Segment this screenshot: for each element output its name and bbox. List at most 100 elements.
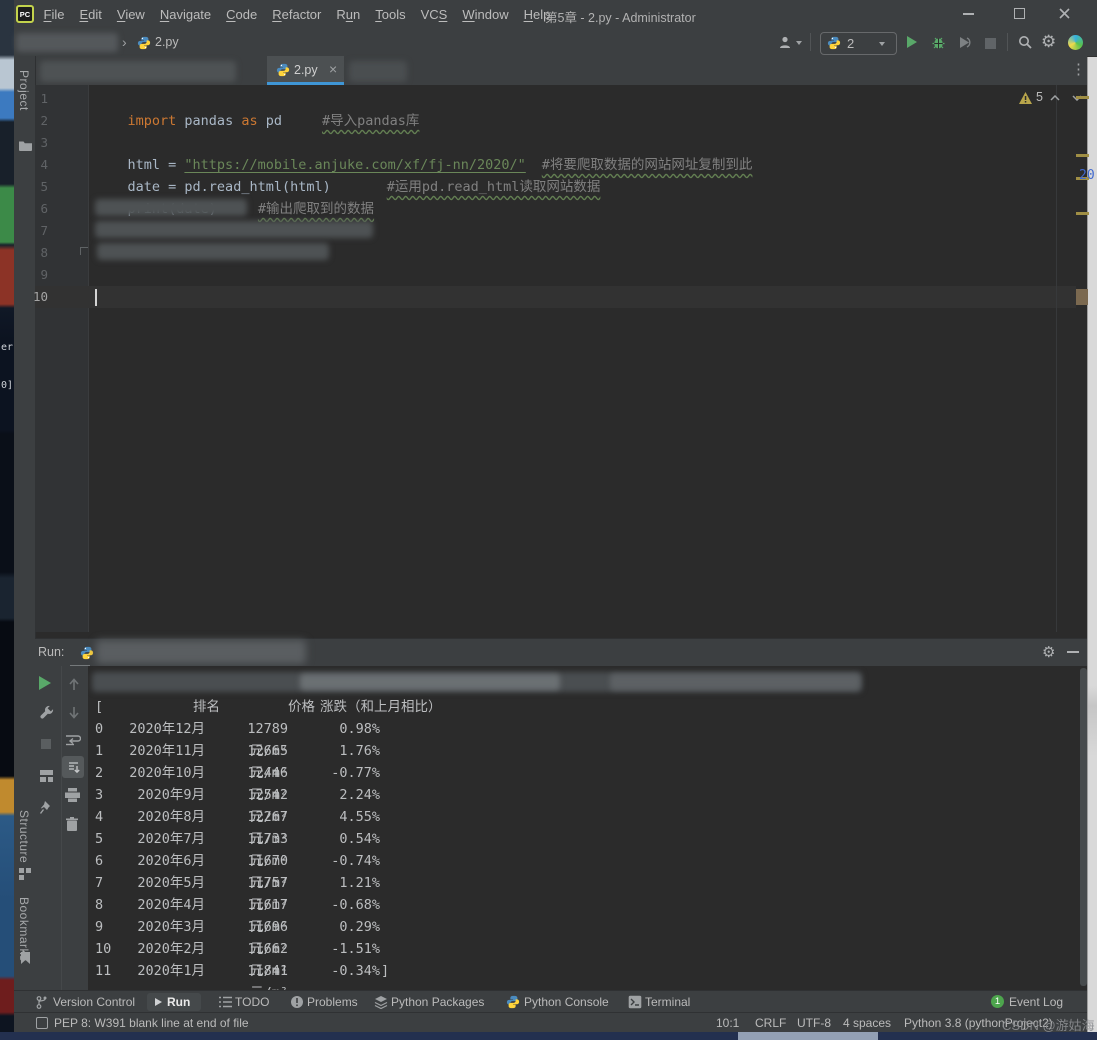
pycharm-window: er 0] PC FileEditViewNavigateCodeRefacto… (0, 0, 1097, 1040)
desktop-text-fragment: er (1, 342, 13, 353)
watermark-fragment: 20 (1079, 168, 1095, 183)
menu-run[interactable]: Run (329, 7, 368, 22)
menu-file[interactable]: File (36, 7, 72, 22)
warning-stripe-mark[interactable] (1076, 212, 1089, 215)
structure-icon[interactable] (19, 868, 31, 880)
maximize-button[interactable] (1014, 8, 1025, 19)
toolwindow-python-packages[interactable]: Python Packages (391, 995, 484, 1009)
status-bar: PEP 8: W391 blank line at end of file 10… (14, 1012, 1087, 1033)
breadcrumb-separator: › (122, 34, 127, 50)
status-message[interactable]: PEP 8: W391 blank line at end of file (54, 1016, 249, 1030)
search-icon[interactable] (1018, 35, 1033, 50)
console-scrollbar[interactable] (1080, 668, 1087, 986)
run-panel-gear-icon[interactable]: ⚙ (1042, 643, 1055, 661)
csdn-watermark: CSDN @游姑海 (1002, 1015, 1095, 1034)
rerun-button[interactable] (39, 676, 51, 690)
menu-refactor[interactable]: Refactor (265, 7, 329, 22)
current-line-highlight (35, 286, 1076, 308)
bookmark-icon[interactable] (20, 952, 31, 964)
menu-view[interactable]: View (109, 7, 152, 22)
restore-layout-icon[interactable] (40, 770, 53, 782)
stop-button[interactable] (41, 739, 51, 749)
output-open-bracket: [ (95, 696, 103, 718)
menu-vcs[interactable]: VCS (413, 7, 455, 22)
desktop-edge (0, 0, 14, 1040)
toolwindow-todo[interactable]: TODO (235, 995, 269, 1009)
warning-stripe-mark[interactable] (1076, 154, 1089, 157)
output-row: 72020年5月11757元/m²1.21% (88, 872, 1087, 894)
line-number: 10 (20, 286, 48, 308)
ide-features-icon[interactable] (1068, 35, 1083, 50)
code-line-3[interactable]: html = "https://mobile.anjuke.com/xf/fj-… (95, 132, 752, 154)
code-comment: #运用pd.read_html读取网站数据 (387, 179, 601, 195)
tab-2py[interactable]: 2.py × (267, 56, 344, 85)
right-margin-guide (1056, 85, 1057, 632)
output-row: 32020年9月12542元/m²2.24% (88, 784, 1087, 806)
run-with-coverage-icon[interactable] (958, 36, 971, 49)
print-icon[interactable] (65, 788, 80, 802)
pin-icon[interactable] (40, 800, 53, 814)
censored-tab[interactable] (40, 61, 236, 82)
settings-gear-icon[interactable]: ⚙ (1041, 32, 1056, 52)
breadcrumb-file[interactable]: 2.py (155, 35, 179, 49)
censored-tab[interactable] (349, 61, 407, 82)
line-number: 7 (20, 220, 48, 242)
code-comment: #输出爬取到的数据 (258, 201, 374, 217)
toolwindow-run[interactable]: Run (147, 993, 201, 1011)
output-header-price: 价格 (288, 696, 315, 718)
stop-icon[interactable] (985, 38, 996, 49)
run-panel-hide-icon[interactable] (1067, 651, 1079, 653)
sidebar-item-structure[interactable]: Structure (17, 810, 31, 863)
line-number: 9 (20, 264, 48, 286)
run-settings-wrench-icon[interactable] (40, 705, 54, 719)
users-dropdown-icon[interactable] (796, 41, 802, 45)
output-row: 12020年11月12665元/m²1.76% (88, 740, 1087, 762)
tab-close-icon[interactable]: × (329, 61, 337, 77)
warning-stripe-mark[interactable] (1076, 96, 1089, 99)
line-number: 5 (20, 176, 48, 198)
censored-run-tab[interactable] (96, 640, 306, 664)
menu-code[interactable]: Code (219, 7, 265, 22)
code-line-1[interactable]: import pandas as pd#导入pandas库 (95, 88, 419, 110)
soft-wrap-icon[interactable] (65, 734, 81, 746)
toolwindow-version-control[interactable]: Version Control (53, 995, 135, 1009)
output-row: 102020年2月11662元/m²-1.51% (88, 938, 1087, 960)
status-item[interactable]: 10:1 (716, 1016, 739, 1030)
down-stack-trace-icon[interactable] (68, 706, 80, 719)
console-output[interactable]: [ 排名 价格 涨跌（和上月相比） 02020年12月12789元/m²0.98… (88, 666, 1087, 990)
status-item[interactable]: CRLF (755, 1016, 786, 1030)
toolwindow-problems[interactable]: Problems (307, 995, 358, 1009)
status-item[interactable]: 4 spaces (843, 1016, 891, 1030)
menu-navigate[interactable]: Navigate (152, 7, 218, 22)
menu-window[interactable]: Window (455, 7, 516, 22)
clear-all-trash-icon[interactable] (66, 817, 78, 831)
menu-tools[interactable]: Tools (368, 7, 413, 22)
code-line-5[interactable]: print(date)#输出爬取到的数据 (95, 176, 374, 198)
output-row: 42020年8月12267元/m²4.55% (88, 806, 1087, 828)
code-line-4[interactable]: date = pd.read_html(html)#运用pd.read_html… (95, 154, 600, 176)
scroll-to-end-button[interactable] (62, 756, 84, 778)
status-item[interactable]: UTF-8 (797, 1016, 831, 1030)
inspection-warning-count[interactable]: 5 (1036, 90, 1043, 104)
toolwindow-python-console[interactable]: Python Console (524, 995, 609, 1009)
toolwindow-event-log[interactable]: Event Log (1009, 995, 1063, 1009)
menu-edit[interactable]: Edit (72, 7, 109, 22)
output-row: 22020年10月12446元/m²-0.77% (88, 762, 1087, 784)
prev-problem-chevron-icon[interactable] (1050, 95, 1060, 101)
toolwindow-terminal[interactable]: Terminal (645, 995, 690, 1009)
run-config-select[interactable]: 2 (820, 32, 897, 55)
todo-icon (219, 996, 232, 1008)
users-icon[interactable] (779, 36, 794, 49)
fold-marker[interactable] (80, 247, 88, 255)
debug-icon[interactable] (931, 35, 946, 50)
tab-options-kebab-icon[interactable]: ⋮ (1071, 60, 1086, 78)
toolbar-separator (810, 33, 811, 51)
up-stack-trace-icon[interactable] (68, 678, 80, 691)
inspection-warning-icon[interactable] (1019, 92, 1032, 104)
minimize-button[interactable] (963, 13, 974, 15)
caret-stripe-mark[interactable] (1076, 289, 1088, 305)
close-button[interactable] (1059, 8, 1070, 19)
statusbar-window-icon[interactable] (36, 1017, 48, 1029)
run-button[interactable] (907, 36, 917, 48)
censored-breadcrumb[interactable] (16, 33, 118, 52)
